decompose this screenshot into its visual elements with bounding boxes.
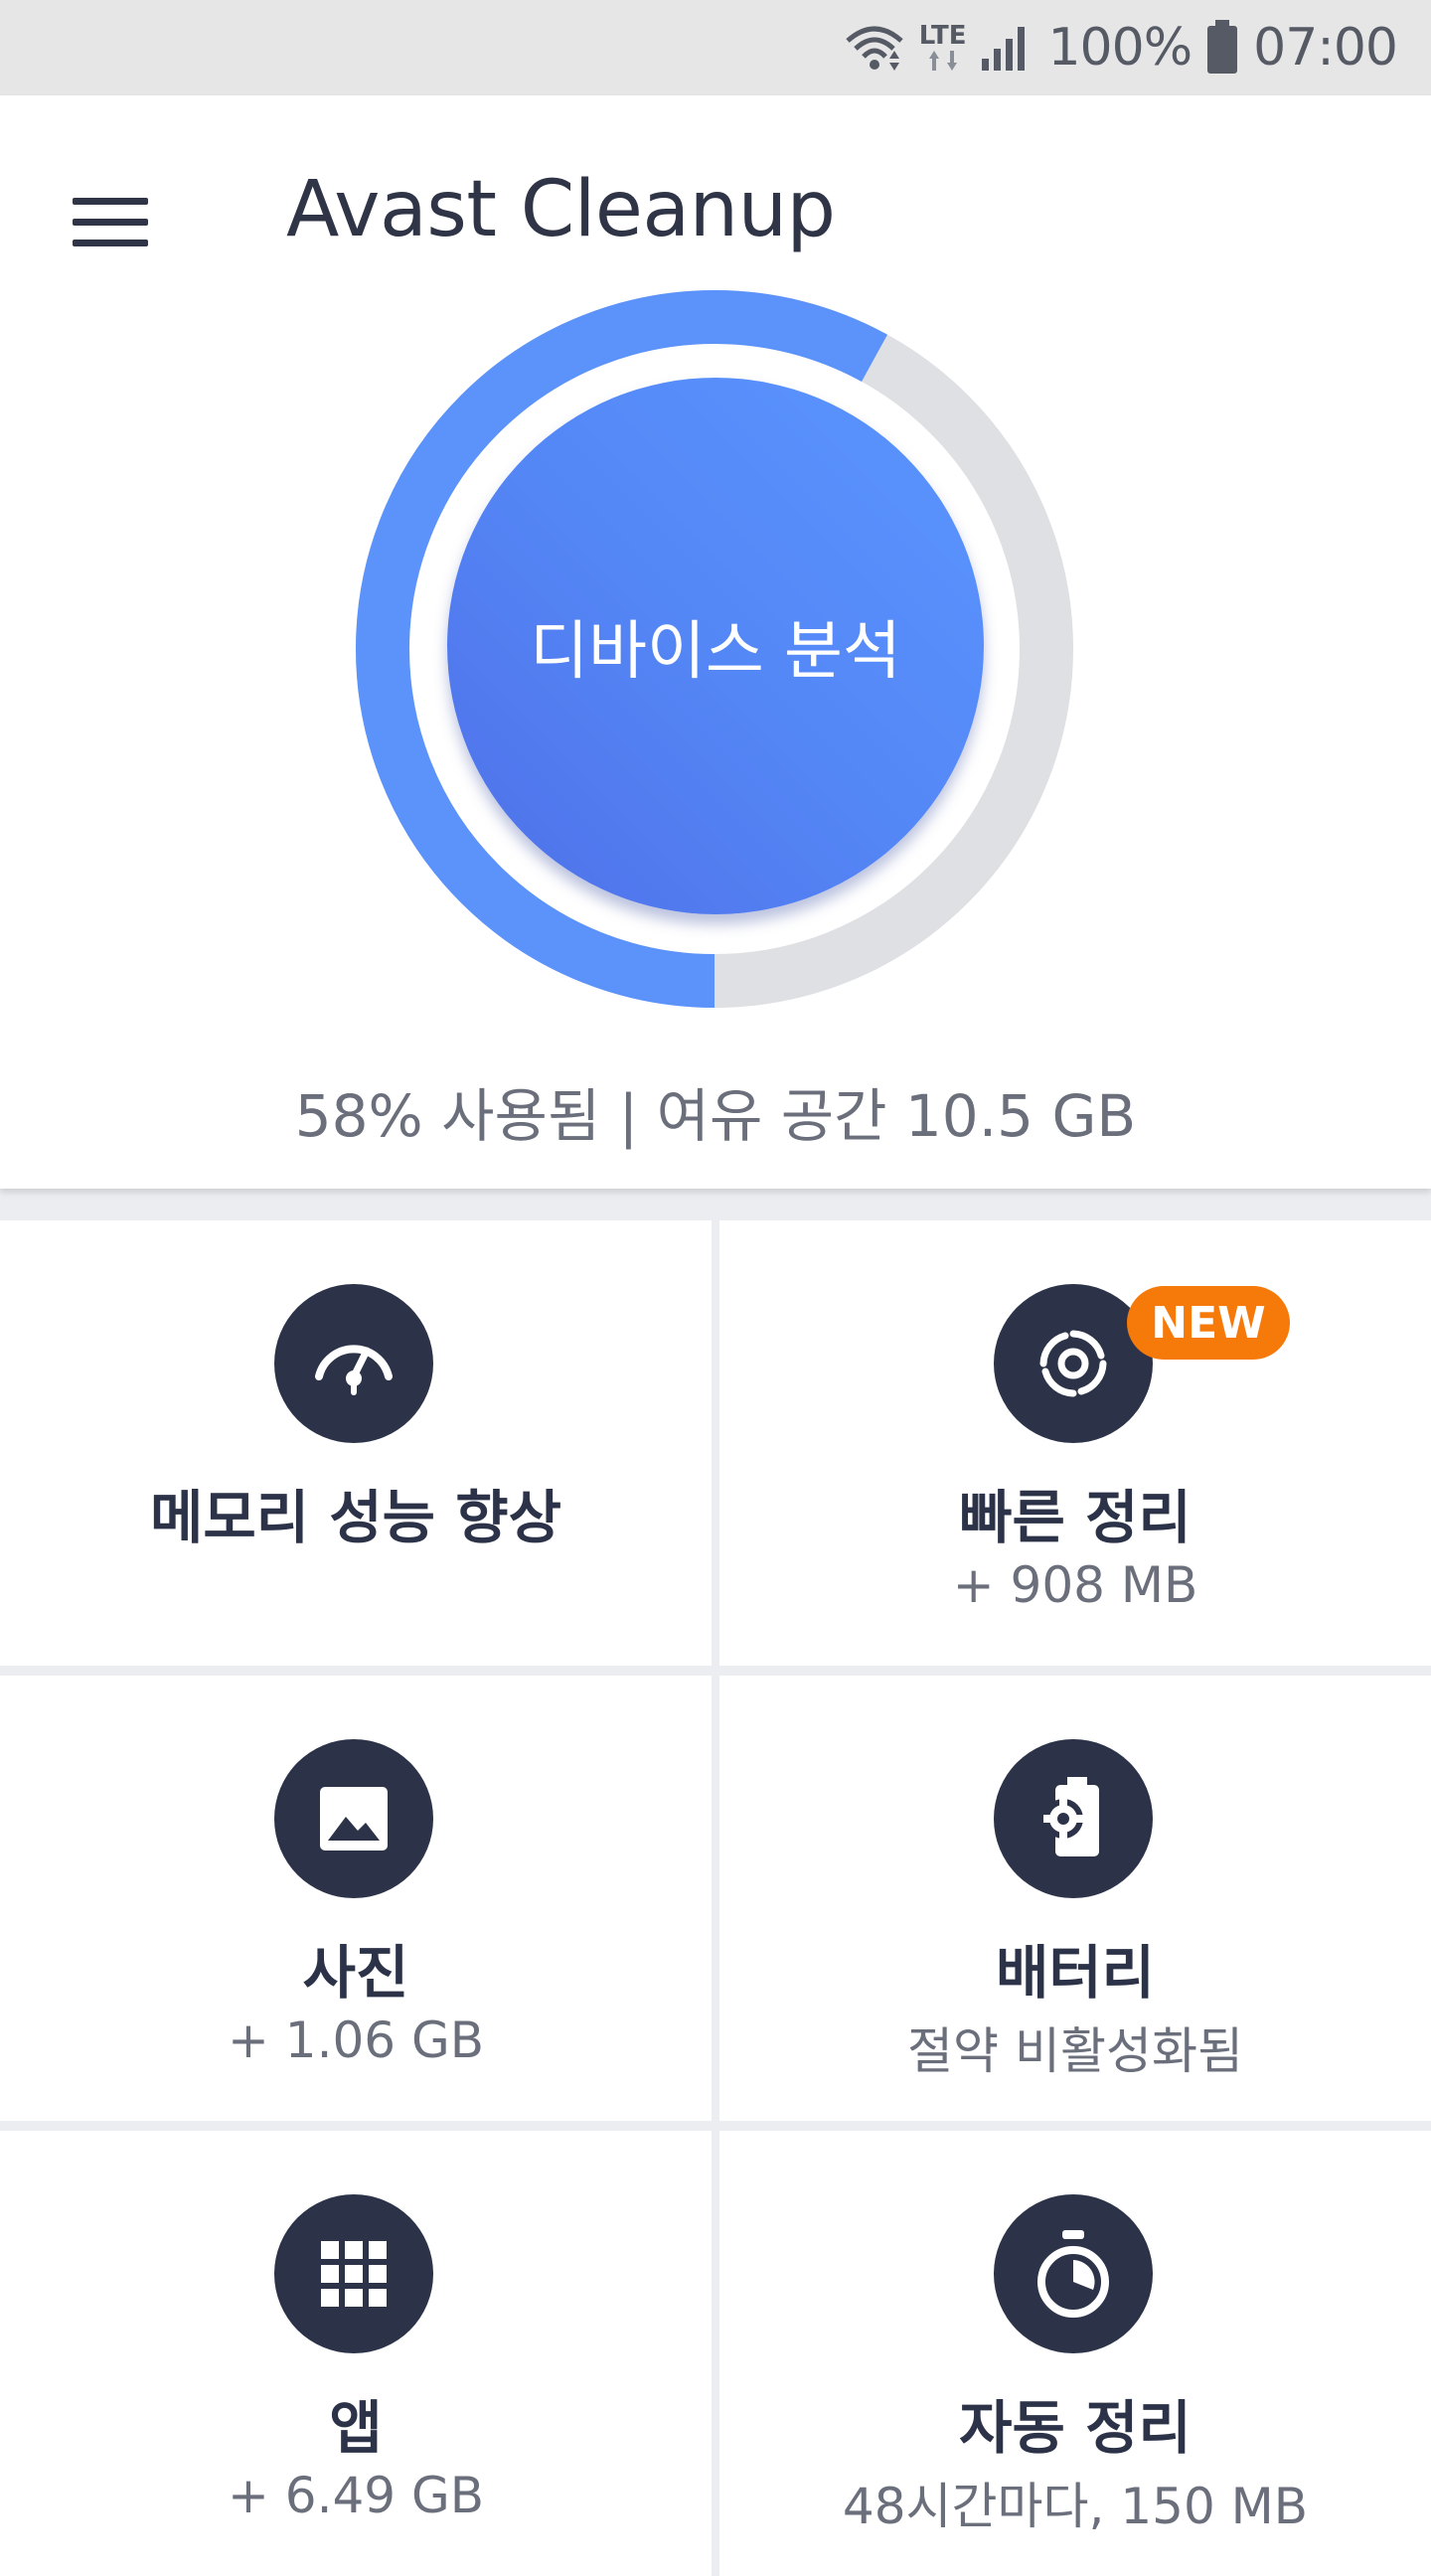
tile-subtitle: + 6.49 GB: [227, 2467, 485, 2524]
tile-quick-clean[interactable]: NEW 빠른 정리 + 908 MB: [719, 1220, 1431, 1666]
lte-icon: LTE: [919, 23, 966, 73]
tile-memory-boost[interactable]: 메모리 성능 향상: [0, 1220, 712, 1666]
tile-subtitle: 절약 비활성화됨: [907, 2022, 1243, 2080]
wifi-icon: [844, 23, 905, 73]
tile-subtitle: 48시간마다, 150 MB: [842, 2478, 1309, 2535]
new-badge: NEW: [1127, 1286, 1290, 1360]
tile-title: 사진: [302, 1939, 409, 2007]
tile-title: 배터리: [995, 1939, 1156, 2007]
tile-apps[interactable]: 앱 + 6.49 GB: [0, 2131, 712, 2576]
tile-title: 자동 정리: [959, 2394, 1192, 2462]
menu-button[interactable]: [56, 167, 165, 276]
tile-subtitle: + 908 MB: [952, 1556, 1198, 1614]
clock: 07:00: [1253, 18, 1398, 78]
speedometer-icon: [274, 1284, 433, 1443]
image-icon: [274, 1739, 433, 1898]
tile-title: 앱: [329, 2394, 383, 2462]
app-grid-icon: [274, 2194, 433, 2353]
storage-summary: 58% 사용됨 | 여유 공간 10.5 GB: [294, 1082, 1137, 1150]
battery-gear-icon: [994, 1739, 1153, 1898]
tile-title: 메모리 성능 향상: [150, 1484, 561, 1551]
tile-photos[interactable]: 사진 + 1.06 GB: [0, 1676, 712, 2121]
stopwatch-icon: [994, 2194, 1153, 2353]
status-bar: LTE 100% 07:00: [0, 0, 1431, 95]
battery-icon: [1205, 20, 1239, 76]
tile-title: 빠른 정리: [959, 1484, 1192, 1551]
signal-icon: [980, 23, 1034, 73]
tile-subtitle: + 1.06 GB: [227, 2012, 485, 2069]
tile-auto-clean[interactable]: 자동 정리 48시간마다, 150 MB: [719, 2131, 1431, 2576]
storage-ring: 디바이스 분석: [356, 290, 1073, 1008]
hamburger-menu-icon: [73, 184, 148, 260]
storage-card: Avast Cleanup 디바이스 분석 58% 사용됨 | 여유 공간 10…: [0, 95, 1431, 1189]
device-analyze-button[interactable]: 디바이스 분석: [447, 378, 984, 914]
battery-percent: 100%: [1047, 18, 1192, 78]
tile-battery[interactable]: 배터리 절약 비활성화됨: [719, 1676, 1431, 2121]
app-title: Avast Cleanup: [286, 165, 836, 254]
